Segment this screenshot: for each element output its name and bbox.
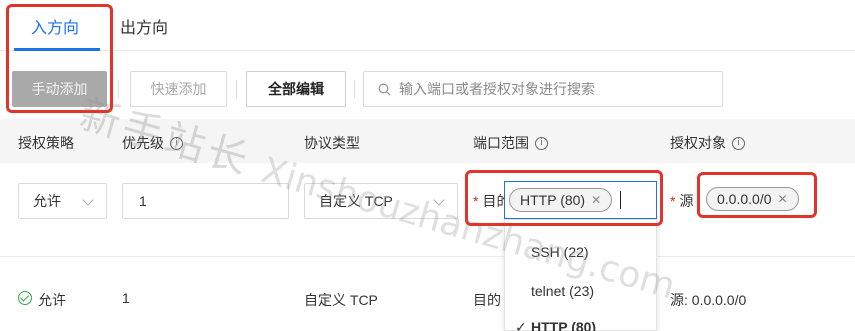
- row-port: 目的: [473, 292, 501, 308]
- edit-all-button[interactable]: 全部编辑: [246, 71, 346, 107]
- dropdown-option-http[interactable]: HTTP (80): [531, 319, 596, 331]
- source-tag: 0.0.0.0/0 ✕: [706, 187, 799, 211]
- checkmark-icon: ✓: [515, 319, 527, 331]
- header-port-range-label: 端口范围: [473, 135, 529, 151]
- policy-select-value: 允许: [33, 193, 61, 209]
- priority-input-value: 1: [139, 193, 147, 209]
- header-policy: 授权策略: [18, 135, 74, 151]
- row-priority: 1: [122, 290, 130, 306]
- tab-outbound[interactable]: 出方向: [120, 14, 168, 38]
- toolbar-divider: [236, 80, 237, 98]
- row-auth-object: 源: 0.0.0.0/0: [670, 292, 747, 308]
- header-protocol: 协议类型: [304, 135, 360, 151]
- source-tag-input[interactable]: 0.0.0.0/0 ✕: [706, 181, 806, 217]
- policy-select[interactable]: 允许: [18, 183, 107, 219]
- direction-tabs: 入方向 出方向: [0, 0, 855, 51]
- search-input[interactable]: [399, 81, 699, 97]
- toolbar-divider: [354, 80, 355, 98]
- header-auth-object-label: 授权对象: [670, 135, 726, 151]
- info-icon[interactable]: i: [732, 136, 745, 150]
- port-tag: HTTP (80) ✕: [509, 188, 613, 212]
- info-icon[interactable]: i: [535, 136, 548, 150]
- source-field-label: * 源: [670, 191, 693, 211]
- header-port-range: 端口范围 i: [473, 133, 548, 153]
- active-tab-indicator: [14, 48, 100, 51]
- source-label-text: 源: [679, 193, 694, 209]
- row-policy: 允许: [38, 292, 66, 308]
- source-tag-label: 0.0.0.0/0: [717, 191, 772, 207]
- dropdown-option-telnet[interactable]: telnet (23): [531, 283, 594, 299]
- close-icon[interactable]: ✕: [591, 193, 601, 207]
- chevron-down-icon: [82, 194, 94, 206]
- close-icon[interactable]: ✕: [778, 192, 788, 206]
- text-cursor: [620, 191, 622, 209]
- search-icon: [378, 83, 391, 95]
- row-divider: [0, 256, 855, 257]
- row-protocol: 自定义 TCP: [304, 292, 378, 308]
- port-tag-input[interactable]: HTTP (80) ✕: [504, 181, 657, 219]
- required-mark: *: [473, 193, 479, 209]
- port-tag-label: HTTP (80): [520, 192, 586, 208]
- check-circle-icon: [18, 291, 32, 305]
- search-box[interactable]: [363, 71, 723, 107]
- header-auth-object: 授权对象 i: [670, 133, 745, 153]
- tab-inbound[interactable]: 入方向: [31, 14, 79, 38]
- required-mark: *: [670, 193, 676, 209]
